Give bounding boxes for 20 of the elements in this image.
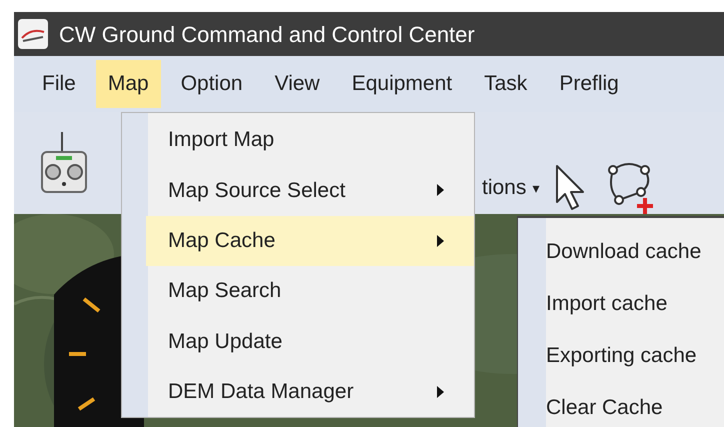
app-icon [17, 18, 49, 50]
submenu-entry[interactable]: Import cache [546, 278, 724, 330]
submenu-entry[interactable]: Exporting cache [546, 330, 724, 382]
options-dropdown[interactable]: tions ▾ [482, 172, 540, 204]
menu-item[interactable]: Task [472, 60, 540, 108]
submenu-entry[interactable]: Download cache [546, 226, 724, 278]
menu-entry[interactable]: Map Update [146, 316, 474, 367]
menu-entry[interactable]: Map Source Select [146, 165, 474, 216]
menu-item[interactable]: Option [168, 60, 255, 108]
menu-entry[interactable]: Import Map [146, 115, 474, 166]
menu-item[interactable]: View [262, 60, 332, 108]
window-title: CW Ground Command and Control Center [59, 20, 475, 48]
menu-item[interactable]: Map [96, 60, 161, 108]
submenu-entry[interactable]: Clear Cache [546, 382, 724, 427]
menu-entry[interactable]: Map Cache [146, 216, 474, 266]
menu-item[interactable]: Preflig [547, 60, 631, 108]
menu-item[interactable]: File [30, 60, 88, 108]
menu-entry[interactable]: DEM Data Manager [146, 366, 474, 417]
menu-entry[interactable]: Map Search [146, 266, 474, 316]
menu-item[interactable]: Equipment [340, 60, 464, 108]
